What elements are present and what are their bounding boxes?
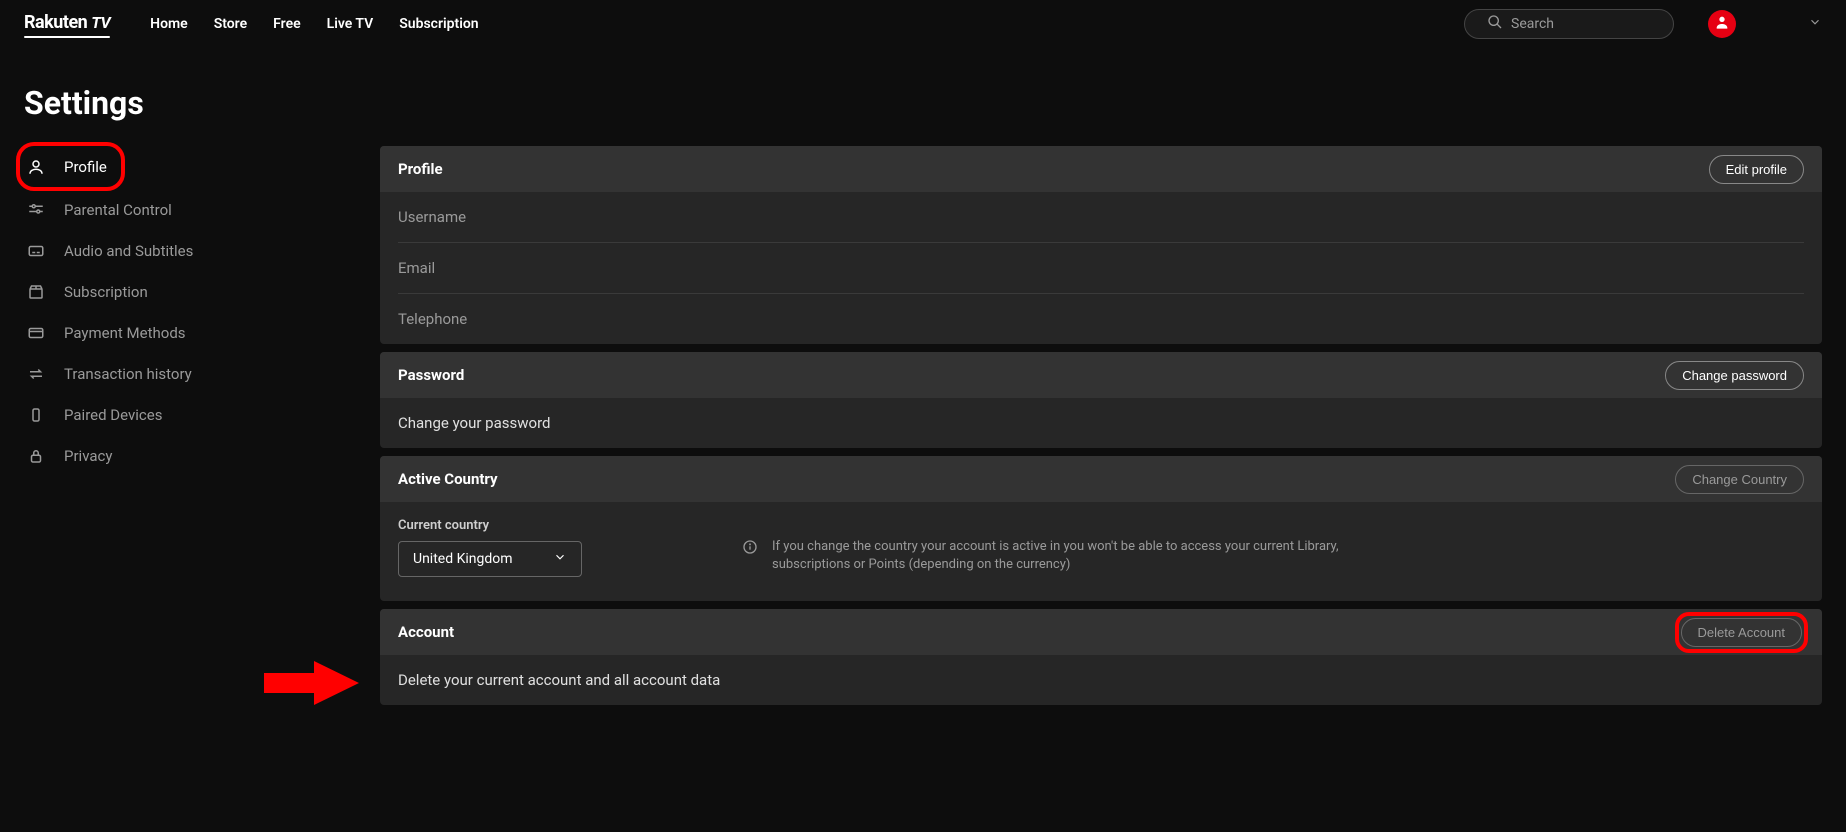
person-icon [1714,14,1730,34]
sidebar-item-label: Transaction history [64,365,192,383]
credit-card-icon [26,324,46,342]
section-title: Profile [398,160,443,178]
country-info-text: If you change the country your account i… [772,538,1382,574]
account-body: Delete your current account and all acco… [380,655,1822,705]
section-title: Account [398,623,454,641]
person-icon [26,158,46,176]
annotation-delete-highlight: Delete Account [1679,616,1804,649]
country-select-value: United Kingdom [413,551,513,567]
sidebar-item-payment-methods[interactable]: Payment Methods [24,312,380,353]
section-title: Active Country [398,470,498,488]
chevron-down-icon [553,550,567,568]
sidebar-item-privacy[interactable]: Privacy [24,435,380,476]
search-icon [1487,14,1503,34]
page-title: Settings [24,84,1822,122]
sidebar-item-label: Payment Methods [64,324,186,342]
sidebar-item-label: Subscription [64,283,148,301]
section-title: Password [398,366,464,384]
search-placeholder: Search [1511,16,1554,32]
sidebar-item-subscription[interactable]: Subscription [24,271,380,312]
settings-sidebar: Profile Parental Control Audio and Subti… [24,146,380,705]
profile-field-telephone: Telephone [398,294,1804,344]
lock-icon [26,447,46,465]
brand-logo[interactable]: Rakuten TV [24,12,110,36]
country-select[interactable]: United Kingdom [398,541,582,577]
active-country-section: Active Country Change Country Current co… [380,456,1822,601]
profile-field-email: Email [398,243,1804,294]
top-nav: Rakuten TV Home Store Free Live TV Subsc… [0,0,1846,48]
nav-free[interactable]: Free [273,16,301,32]
chevron-down-icon [1808,15,1822,33]
sidebar-item-profile[interactable]: Profile [20,146,121,187]
sidebar-item-label: Privacy [64,447,112,465]
box-icon [26,283,46,301]
sidebar-item-paired-devices[interactable]: Paired Devices [24,394,380,435]
profile-section: Profile Edit profile Username Email Tele… [380,146,1822,344]
search-box[interactable]: Search [1464,9,1674,39]
current-country-label: Current country [398,518,582,533]
sidebar-item-audio-subtitles[interactable]: Audio and Subtitles [24,230,380,271]
info-icon [742,538,758,561]
password-body: Change your password [380,398,1822,448]
sidebar-item-label: Parental Control [64,201,172,219]
password-section: Password Change password Change your pas… [380,352,1822,448]
sidebar-item-transaction-history[interactable]: Transaction history [24,353,380,394]
nav-live-tv[interactable]: Live TV [327,16,374,32]
nav-subscription[interactable]: Subscription [399,16,478,32]
nav-links: Home Store Free Live TV Subscription [150,16,478,32]
brand-name: Rakuten [24,12,87,33]
delete-account-button[interactable]: Delete Account [1681,618,1802,647]
edit-profile-button[interactable]: Edit profile [1709,155,1804,184]
avatar[interactable] [1708,10,1736,38]
settings-main: Profile Edit profile Username Email Tele… [380,146,1822,705]
device-icon [26,406,46,424]
change-password-button[interactable]: Change password [1665,361,1804,390]
change-country-button[interactable]: Change Country [1675,465,1804,494]
sidebar-item-label: Paired Devices [64,406,162,424]
account-section: Account Delete Account Delete your curre… [380,609,1822,705]
user-menu-toggle[interactable] [1808,15,1822,33]
sliders-icon [26,201,46,219]
nav-store[interactable]: Store [214,16,247,32]
swap-icon [26,365,46,383]
nav-home[interactable]: Home [150,16,188,32]
profile-field-username: Username [398,192,1804,243]
brand-suffix: TV [91,13,110,32]
sidebar-item-label: Profile [64,158,107,176]
sidebar-item-parental-control[interactable]: Parental Control [24,189,380,230]
subtitles-icon [26,242,46,260]
sidebar-item-label: Audio and Subtitles [64,242,193,260]
